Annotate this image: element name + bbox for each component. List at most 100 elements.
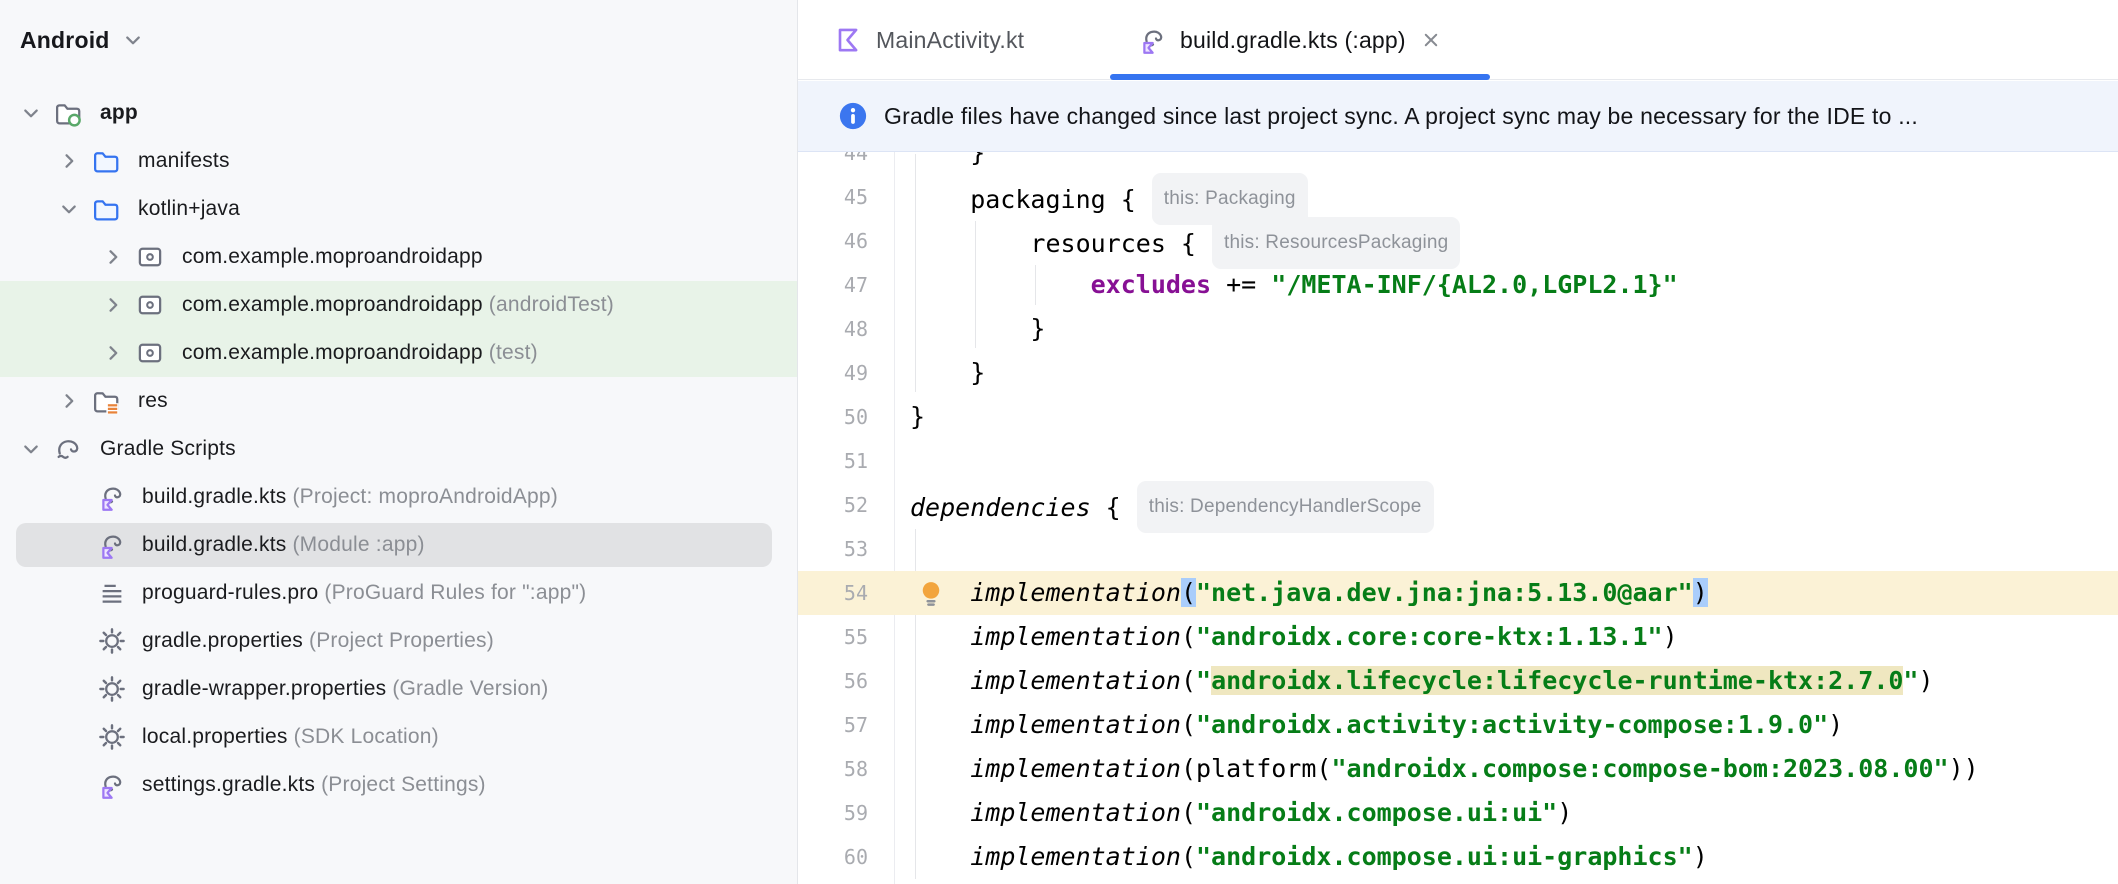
code-line-55[interactable]: 55 implementation("androidx.core:core-kt…: [798, 615, 2118, 659]
chevron-right-icon[interactable]: [54, 386, 84, 416]
line-number: 55: [843, 625, 868, 649]
tree-item-label: com.example.moproandroidapp (androidTest…: [182, 293, 614, 316]
folder-icon: [90, 193, 122, 225]
project-tool-window: Android app manifests kotlin+java com.examp…: [0, 0, 797, 884]
line-number: 52: [843, 493, 868, 517]
line-number: 47: [843, 273, 868, 297]
tab-build-gradle-kts-app-[interactable]: build.gradle.kts (:app): [1138, 0, 1444, 80]
tree-item-label: settings.gradle.kts (Project Settings): [142, 773, 486, 796]
code-line-46[interactable]: 46 resources {this: ResourcesPackaging: [798, 217, 2118, 269]
project-view-selector[interactable]: Android: [20, 20, 146, 60]
code-line-54[interactable]: 54 implementation("net.java.dev.jna:jna:…: [798, 571, 2118, 615]
code-line-51[interactable]: 51: [798, 439, 2118, 483]
gradle-kts-icon: [1138, 25, 1168, 55]
line-number: 54: [843, 581, 868, 605]
package-icon: [134, 241, 166, 273]
inlay-hint: this: ResourcesPackaging: [1211, 217, 1461, 269]
gear-icon: [96, 625, 128, 657]
tab-label: MainActivity.kt: [876, 26, 1025, 53]
info-icon: [838, 101, 868, 131]
tree-item-manifests[interactable]: manifests: [0, 137, 797, 185]
code-line-57[interactable]: 57 implementation("androidx.activity:act…: [798, 703, 2118, 747]
line-number: 50: [843, 405, 868, 429]
code-line-56[interactable]: 56 implementation("androidx.lifecycle:li…: [798, 659, 2118, 703]
tree-item-secondary-label: (Gradle Version): [386, 677, 549, 700]
tree-item-gradle-wrapper-properties[interactable]: gradle-wrapper.properties (Gradle Versio…: [0, 665, 797, 713]
package-icon: [134, 337, 166, 369]
close-icon[interactable]: [1418, 27, 1444, 53]
tree-item-label: app: [100, 101, 138, 124]
code-text: packaging {this: Packaging: [910, 173, 1308, 225]
code-text: implementation("androidx.lifecycle:lifec…: [970, 666, 1934, 695]
line-number: 59: [843, 801, 868, 825]
editor-area: 44 } 45 packaging {this: Packaging 46 reso…: [798, 0, 2118, 884]
tree-item-settings-gradle-kts[interactable]: settings.gradle.kts (Project Settings): [0, 761, 797, 809]
tree-item-secondary-label: (ProGuard Rules for ":app"): [318, 581, 587, 604]
code-text: implementation("androidx.activity:activi…: [970, 710, 1844, 739]
code-line-49[interactable]: 49 }: [798, 351, 2118, 395]
app-folder-icon: [52, 97, 84, 129]
code-line-58[interactable]: 58 implementation(platform("androidx.com…: [798, 747, 2118, 791]
gradle-kts-icon: [96, 481, 128, 513]
tree-item-proguard-rules-pro[interactable]: proguard-rules.pro (ProGuard Rules for "…: [0, 569, 797, 617]
gradle-kts-icon: [96, 769, 128, 801]
code-line-53[interactable]: 53: [798, 527, 2118, 571]
tree-item-gradle-scripts[interactable]: Gradle Scripts: [0, 425, 797, 473]
gradle-kts-icon: [96, 529, 128, 561]
chevron-down-icon[interactable]: [16, 98, 46, 128]
kotlin-icon: [834, 25, 864, 55]
chevron-right-icon[interactable]: [98, 338, 128, 368]
tree-item-secondary-label: (test): [482, 341, 538, 364]
tree-item-label: build.gradle.kts (Project: moproAndroidA…: [142, 485, 558, 508]
line-number: 57: [843, 713, 868, 737]
tree-item-label: manifests: [138, 149, 230, 172]
code-line-47[interactable]: 47 excludes += "/META-INF/{AL2.0,LGPL2.1…: [798, 263, 2118, 307]
tree-item-com-example-moproandroidapp[interactable]: com.example.moproandroidapp (androidTest…: [0, 281, 797, 329]
code-line-48[interactable]: 48 }: [798, 307, 2118, 351]
code-text: implementation(platform("androidx.compos…: [970, 754, 1979, 783]
banner-text: Gradle files have changed since last pro…: [884, 102, 1918, 129]
code-line-59[interactable]: 59 implementation("androidx.compose.ui:u…: [798, 791, 2118, 835]
code-line-45[interactable]: 45 packaging {this: Packaging: [798, 173, 2118, 225]
code-text: }: [910, 358, 986, 387]
tree-item-gradle-properties[interactable]: gradle.properties (Project Properties): [0, 617, 797, 665]
chevron-down-icon[interactable]: [16, 434, 46, 464]
tree-item-build-gradle-kts[interactable]: build.gradle.kts (Project: moproAndroidA…: [0, 473, 797, 521]
tree-item-build-gradle-kts[interactable]: build.gradle.kts (Module :app): [0, 521, 797, 569]
tree-item-kotlin-java[interactable]: kotlin+java: [0, 185, 797, 233]
tree-item-label: com.example.moproandroidapp (test): [182, 341, 538, 364]
android-studio-window: Android app manifests kotlin+java com.examp…: [0, 0, 2118, 884]
chevron-right-icon[interactable]: [98, 242, 128, 272]
tree-item-label: Gradle Scripts: [100, 437, 236, 460]
tree-item-label: gradle.properties (Project Properties): [142, 629, 494, 652]
line-number: 53: [843, 537, 868, 561]
code-text: implementation("androidx.compose.ui:ui"): [970, 798, 1573, 827]
chevron-right-icon[interactable]: [54, 146, 84, 176]
tree-item-com-example-moproandroidapp[interactable]: com.example.moproandroidapp: [0, 233, 797, 281]
gear-icon: [96, 673, 128, 705]
tree-item-secondary-label: (Project: moproAndroidApp): [286, 485, 558, 508]
code-line-60[interactable]: 60 implementation("androidx.compose.ui:u…: [798, 835, 2118, 879]
line-number: 58: [843, 757, 868, 781]
tree-item-secondary-label: (Project Settings): [315, 773, 486, 796]
code-text: }: [910, 314, 1046, 343]
gradle-icon: [52, 433, 84, 465]
tree-item-local-properties[interactable]: local.properties (SDK Location): [0, 713, 797, 761]
list-icon: [96, 577, 128, 609]
tree-item-com-example-moproandroidapp[interactable]: com.example.moproandroidapp (test): [0, 329, 797, 377]
code-line-50[interactable]: 50}: [798, 395, 2118, 439]
gear-icon: [96, 721, 128, 753]
chevron-right-icon[interactable]: [98, 290, 128, 320]
code-line-52[interactable]: 52 dependencies {this: DependencyHandlerS…: [798, 481, 2118, 533]
chevron-down-icon[interactable]: [54, 194, 84, 224]
tab-mainactivity-kt[interactable]: MainActivity.kt: [834, 0, 1024, 80]
project-view-title: Android: [20, 26, 110, 53]
line-number: 48: [843, 317, 868, 341]
tree-item-label: com.example.moproandroidapp: [182, 245, 483, 268]
tree-item-label: proguard-rules.pro (ProGuard Rules for "…: [142, 581, 587, 604]
tree-item-label: res: [138, 389, 168, 412]
code-text: resources {this: ResourcesPackaging: [910, 217, 1461, 269]
tree-item-app[interactable]: app: [0, 89, 797, 137]
line-number: 46: [843, 229, 868, 253]
tree-item-res[interactable]: res: [0, 377, 797, 425]
